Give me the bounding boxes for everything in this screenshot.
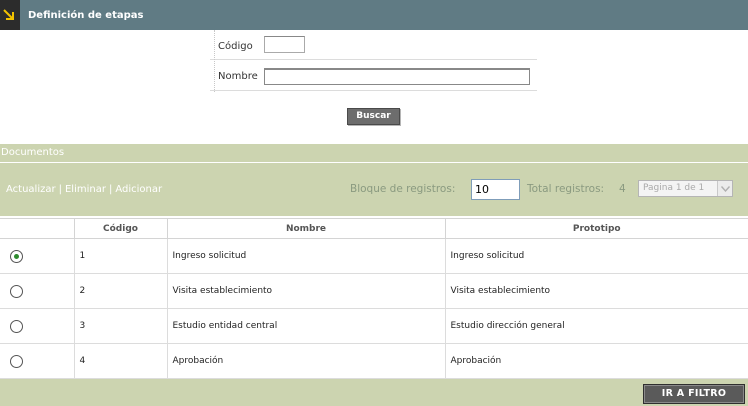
page-select[interactable]: Pagina 1 de 1 [638,180,733,197]
row-radio[interactable] [10,284,23,298]
documents-toolbar: Actualizar | Eliminar | Adicionar Bloque de … [0,163,748,216]
column-header-select [0,218,75,239]
nombre-label: Nombre [218,71,258,82]
cell-codigo: 4 [73,343,168,379]
row-select-cell[interactable] [0,238,75,274]
ir-a-filtro-button[interactable]: IR A FILTRO [643,384,745,404]
cell-codigo: 2 [73,273,168,309]
total-label: Total registros: [527,183,605,195]
documents-header: Documentos [0,144,748,162]
buscar-button[interactable]: Buscar [347,108,400,125]
footer-bar: IR A FILTRO [0,379,748,406]
cell-prototipo: Aprobación [444,343,748,379]
column-header-prototipo: Prototipo [444,218,748,239]
table-row[interactable]: 4 Aprobación Aprobación [0,343,748,379]
codigo-label: Código [218,41,253,52]
cell-nombre: Visita establecimiento [166,273,446,309]
cell-prototipo: Visita establecimiento [444,273,748,309]
separator: | [108,184,113,195]
codigo-input[interactable] [264,36,305,53]
row-radio[interactable] [10,249,23,263]
eliminar-link[interactable]: Eliminar [65,184,106,195]
bloque-input[interactable] [471,179,520,200]
table-row[interactable]: 2 Visita establecimiento Visita establec… [0,273,748,309]
total-value: 4 [619,183,626,195]
table-row[interactable]: 3 Estudio entidad central Estudio direcc… [0,308,748,344]
arrow-down-right-icon [0,0,20,30]
cell-nombre: Ingreso solicitud [166,238,446,274]
page-select-value: Pagina 1 de 1 [643,183,705,193]
cell-prototipo: Ingreso solicitud [444,238,748,274]
table-row[interactable]: 1 Ingreso solicitud Ingreso solicitud [0,238,748,274]
cell-codigo: 3 [73,308,168,344]
chevron-down-icon[interactable] [717,181,732,196]
row-select-cell[interactable] [0,273,75,309]
cell-nombre: Estudio entidad central [166,308,446,344]
row-radio[interactable] [10,354,23,368]
bloque-label: Bloque de registros: [350,183,456,195]
adicionar-link[interactable]: Adicionar [115,184,162,195]
cell-prototipo: Estudio dirección general [444,308,748,344]
actions-bar: Actualizar | Eliminar | Adicionar [6,184,162,195]
codigo-row: Código [210,30,537,60]
documents-table: Código Nombre Prototipo 1 Ingreso solici… [0,218,748,379]
title-bar: Definición de etapas [0,0,748,30]
form-divider [214,30,215,92]
cell-nombre: Aprobación [166,343,446,379]
cell-codigo: 1 [73,238,168,274]
separator: | [58,184,62,195]
row-select-cell[interactable] [0,343,75,379]
row-radio[interactable] [10,319,23,333]
table-header-row: Código Nombre Prototipo [0,218,748,239]
column-header-codigo: Código [73,218,168,239]
page-title: Definición de etapas [28,10,144,21]
row-select-cell[interactable] [0,308,75,344]
nombre-input[interactable] [264,68,530,85]
actualizar-link[interactable]: Actualizar [6,184,56,195]
column-header-nombre: Nombre [166,218,446,239]
